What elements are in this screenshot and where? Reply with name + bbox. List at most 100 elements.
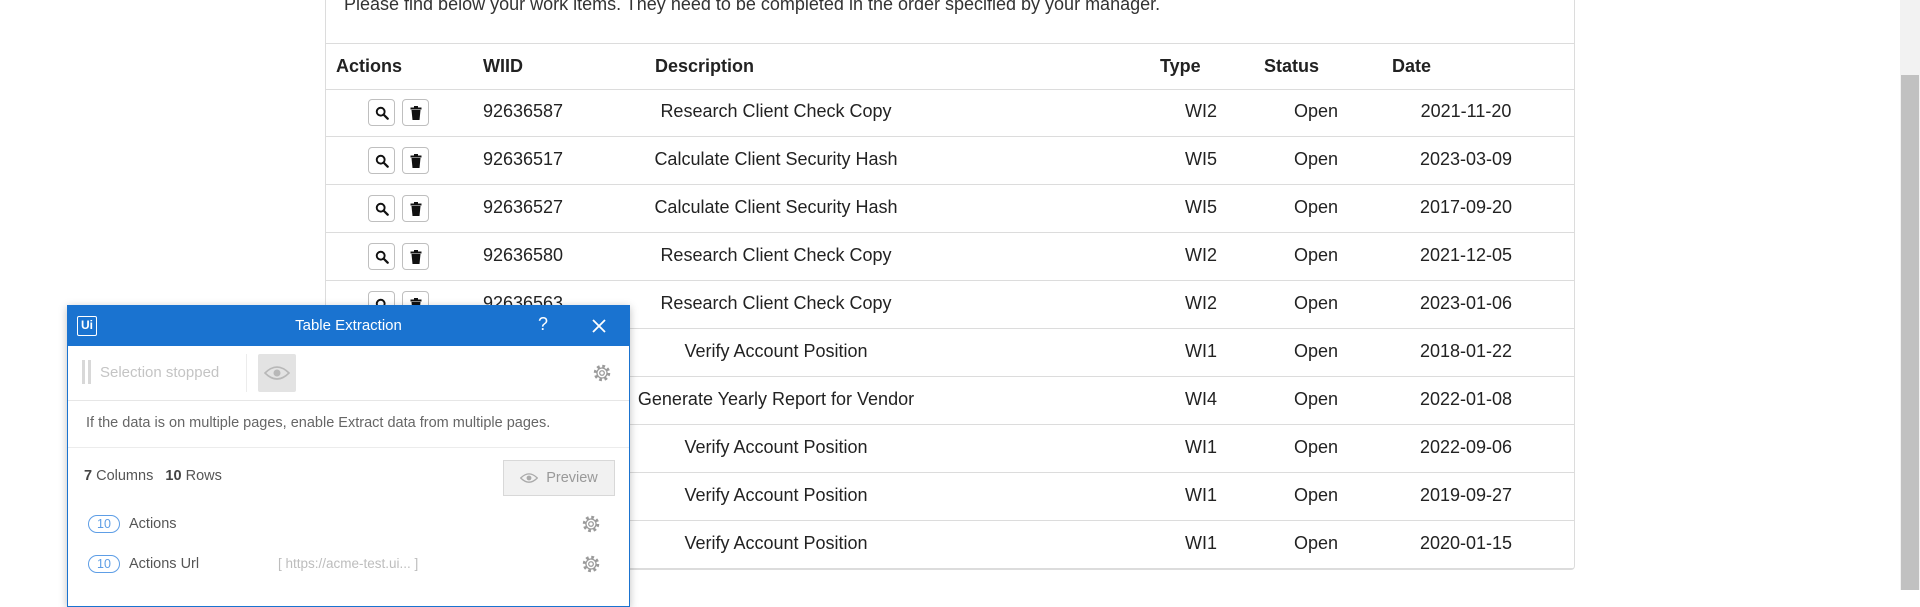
table-row: 92636517 Calculate Client Security Hash WI… xyxy=(326,137,1574,185)
cell-status: Open xyxy=(1293,245,1339,265)
cell-description: Verify Account Position xyxy=(684,341,868,361)
cell-status: Open xyxy=(1293,533,1339,553)
extraction-counts: 7 Columns 10 Rows xyxy=(84,468,222,484)
extracted-column-actions-url[interactable]: 10 Actions Url [ https://acme-test.ui...… xyxy=(68,549,629,585)
toolbar-divider xyxy=(246,354,247,392)
cell-type: WI1 xyxy=(1184,485,1217,505)
column-settings-gear-icon[interactable] xyxy=(580,553,602,575)
preview-button[interactable]: Preview xyxy=(503,460,615,496)
view-button[interactable] xyxy=(368,243,395,270)
column-name: Actions Url xyxy=(129,556,200,572)
cell-status: Open xyxy=(1293,437,1339,457)
eye-icon xyxy=(520,473,539,483)
cell-type: WI2 xyxy=(1184,245,1217,265)
dialog-title-bar[interactable]: Ui Table Extraction ? xyxy=(68,306,629,346)
search-icon xyxy=(375,106,389,120)
cell-type: WI5 xyxy=(1184,197,1217,217)
cell-status: Open xyxy=(1293,101,1339,121)
cell-date: 2018-01-22 xyxy=(1419,341,1513,361)
cell-date: 2023-03-09 xyxy=(1419,149,1513,169)
header-date: Date xyxy=(1392,56,1432,76)
cell-description: Verify Account Position xyxy=(684,485,868,505)
cell-date: 2022-01-08 xyxy=(1419,389,1513,409)
cell-status: Open xyxy=(1293,293,1339,313)
delete-button[interactable] xyxy=(402,147,429,174)
cell-description: Calculate Client Security Hash xyxy=(654,197,898,217)
highlight-toggle-button[interactable] xyxy=(258,354,296,392)
cell-status: Open xyxy=(1293,149,1339,169)
column-count-badge: 10 xyxy=(88,555,120,573)
cell-description: Verify Account Position xyxy=(684,533,868,553)
cell-type: WI1 xyxy=(1184,533,1217,553)
table-row: 92636587 Research Client Check Copy WI2 Ope… xyxy=(326,89,1574,137)
cell-date: 2017-09-20 xyxy=(1419,197,1513,217)
cell-wiid: 92636527 xyxy=(482,197,564,217)
columns-label: Columns xyxy=(96,468,154,484)
table-row: 92636527 Calculate Client Security Hash WI… xyxy=(326,185,1574,233)
drag-handle-icon[interactable] xyxy=(82,360,91,384)
search-icon xyxy=(375,154,389,168)
column-name: Actions xyxy=(129,516,177,532)
header-type: Type xyxy=(1160,56,1201,76)
cell-status: Open xyxy=(1293,197,1339,217)
columns-count: 7 xyxy=(84,468,93,484)
delete-button[interactable] xyxy=(402,99,429,126)
cell-status: Open xyxy=(1293,389,1339,409)
cell-type: WI2 xyxy=(1184,293,1217,313)
cell-status: Open xyxy=(1293,485,1339,505)
cell-type: WI5 xyxy=(1184,149,1217,169)
view-button[interactable] xyxy=(368,195,395,222)
close-icon[interactable] xyxy=(589,316,609,336)
cell-date: 2021-11-20 xyxy=(1420,101,1512,121)
dialog-divider xyxy=(68,447,629,448)
trash-icon xyxy=(410,201,422,216)
eye-icon xyxy=(264,366,290,380)
intro-text: Please find below your work items. They … xyxy=(344,0,1161,14)
multi-page-info: If the data is on multiple pages, enable… xyxy=(86,415,551,431)
cell-description: Research Client Check Copy xyxy=(660,101,892,121)
page-scrollbar-thumb[interactable] xyxy=(1901,75,1919,590)
cell-type: WI2 xyxy=(1184,101,1217,121)
cell-description: Calculate Client Security Hash xyxy=(654,149,898,169)
column-settings-gear-icon[interactable] xyxy=(580,513,602,535)
column-count-badge: 10 xyxy=(88,515,120,533)
cell-type: WI1 xyxy=(1184,437,1217,457)
view-button[interactable] xyxy=(368,99,395,126)
header-status: Status xyxy=(1264,56,1320,76)
cell-date: 2020-01-15 xyxy=(1419,533,1513,553)
view-button[interactable] xyxy=(368,147,395,174)
extracted-column-actions[interactable]: 10 Actions xyxy=(68,509,629,545)
header-actions: Actions xyxy=(336,56,403,76)
table-row: 92636580 Research Client Check Copy WI2 Ope… xyxy=(326,233,1574,281)
trash-icon xyxy=(410,153,422,168)
delete-button[interactable] xyxy=(402,243,429,270)
cell-status: Open xyxy=(1293,341,1339,361)
delete-button[interactable] xyxy=(402,195,429,222)
cell-wiid: 92636587 xyxy=(482,101,564,121)
header-wiid: WIID xyxy=(483,56,523,76)
cell-description: Research Client Check Copy xyxy=(660,245,892,265)
cell-description: Research Client Check Copy xyxy=(660,293,892,313)
trash-icon xyxy=(410,249,422,264)
search-icon xyxy=(375,250,389,264)
cell-date: 2019-09-27 xyxy=(1419,485,1513,505)
cell-description: Generate Yearly Report for Vendor xyxy=(637,389,915,409)
trash-icon xyxy=(410,105,422,120)
cell-date: 2021-12-05 xyxy=(1419,245,1513,265)
cell-type: WI1 xyxy=(1184,341,1217,361)
preview-label: Preview xyxy=(546,470,598,486)
cell-date: 2022-09-06 xyxy=(1419,437,1513,457)
selection-status: Selection stopped xyxy=(100,364,220,381)
rows-label: Rows xyxy=(185,468,222,484)
cell-wiid: 92636517 xyxy=(482,149,564,169)
help-icon[interactable]: ? xyxy=(538,314,548,335)
settings-gear-icon[interactable] xyxy=(591,362,613,384)
column-sample-value: [ https://acme-test.ui... ] xyxy=(278,556,419,571)
table-extraction-dialog: Ui Table Extraction ? Selection stopped … xyxy=(67,305,630,607)
table-header: Actions WIID Description Type Status Dat… xyxy=(326,43,1574,90)
header-description: Description xyxy=(655,56,755,76)
dialog-toolbar: Selection stopped xyxy=(68,346,629,401)
cell-date: 2023-01-06 xyxy=(1419,293,1513,313)
search-icon xyxy=(375,202,389,216)
cell-description: Verify Account Position xyxy=(684,437,868,457)
